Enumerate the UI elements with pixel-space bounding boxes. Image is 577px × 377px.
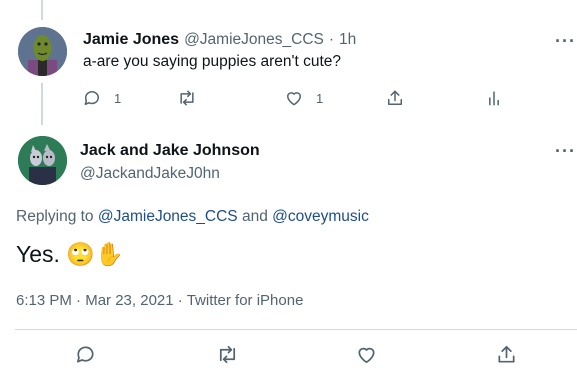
retweet-icon	[180, 90, 194, 106]
dot-separator: ·	[328, 31, 335, 48]
share-icon	[388, 90, 402, 105]
tweet-text-body: Yes.	[16, 241, 60, 267]
share-button[interactable]	[495, 343, 518, 366]
dot-separator: ·	[177, 292, 183, 309]
more-icon[interactable]: ···	[555, 32, 576, 50]
analytics-button[interactable]	[484, 88, 504, 108]
avatar-jamie-jones[interactable]	[18, 27, 67, 76]
reply-icon	[84, 91, 99, 105]
author-name[interactable]: Jack and Jake Johnson	[80, 142, 260, 160]
author-name[interactable]: Jamie Jones	[83, 31, 179, 49]
like-button[interactable]	[355, 343, 378, 366]
analytics-icon	[489, 91, 499, 106]
like-icon	[287, 92, 301, 106]
tweet-text: a-are you saying puppies aren't cute?	[83, 53, 342, 70]
replying-to-user-link[interactable]: @coveymusic	[272, 208, 369, 225]
retweet-icon	[219, 345, 236, 364]
replying-to-and: and	[241, 208, 268, 225]
like-button[interactable]: 1	[284, 88, 323, 108]
share-icon	[498, 345, 515, 363]
replying-to-label: Replying to	[16, 208, 94, 225]
avatar-jack-and-jake[interactable]	[18, 136, 67, 185]
retweet-button[interactable]	[177, 88, 197, 108]
like-count: 1	[316, 90, 324, 106]
tweet-timestamp[interactable]: 1h	[339, 31, 356, 49]
thread-line-top	[41, 0, 43, 20]
more-icon[interactable]: ···	[555, 142, 576, 160]
tweet-time[interactable]: 6:13 PM	[16, 292, 72, 309]
share-button[interactable]	[385, 88, 405, 108]
retweet-button[interactable]	[216, 343, 239, 366]
tweet-source[interactable]: Twitter for iPhone	[187, 292, 304, 309]
avatar-jamie-jones-image	[18, 27, 67, 76]
reply-icon	[76, 346, 94, 363]
tweet-text: Yes. 🙄✋	[16, 241, 124, 268]
tweet-meta: 6:13 PM · Mar 23, 2021 · Twitter for iPh…	[16, 292, 303, 309]
author-handle[interactable]: @JamieJones_CCS	[184, 31, 324, 49]
emoji-group: 🙄✋	[66, 241, 124, 267]
thread-line-middle	[41, 83, 43, 125]
reply-count: 1	[114, 90, 122, 106]
author-handle[interactable]: @JackandJakeJ0hn	[80, 165, 220, 183]
reply-button[interactable]	[74, 343, 97, 366]
avatar-jack-and-jake-image	[18, 136, 67, 185]
like-icon	[358, 347, 375, 364]
divider	[15, 329, 577, 330]
replying-to-user-link[interactable]: @JamieJones_CCS	[98, 208, 238, 225]
dot-separator: ·	[76, 292, 82, 309]
replying-to-line: Replying to @JamieJones_CCS and @coveymu…	[16, 208, 369, 226]
tweet-date[interactable]: Mar 23, 2021	[85, 292, 173, 309]
reply-button[interactable]: 1	[82, 88, 121, 108]
